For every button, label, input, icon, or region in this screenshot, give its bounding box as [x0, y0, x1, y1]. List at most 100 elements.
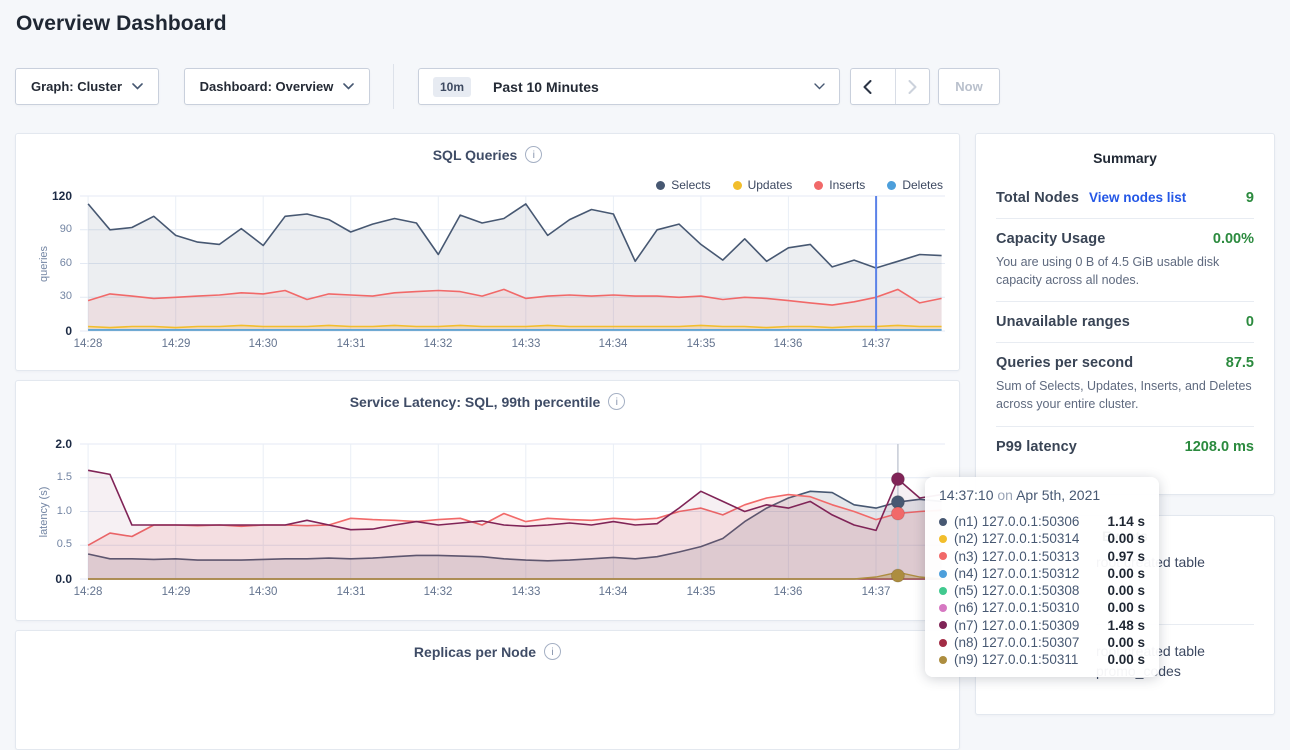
tooltip-node-row: (n7) 127.0.0.1:503091.48 s — [939, 617, 1145, 634]
tooltip-timestamp: 14:37:10 on Apr 5th, 2021 — [939, 487, 1145, 503]
legend-item[interactable]: Inserts — [814, 178, 865, 192]
info-icon[interactable]: i — [544, 643, 561, 660]
node-color-dot-icon — [939, 587, 947, 595]
legend-dot-icon — [887, 181, 896, 190]
summary-label: Capacity Usage — [996, 231, 1105, 247]
x-axis-tick: 14:28 — [63, 338, 113, 350]
x-axis-tick: 14:33 — [501, 338, 551, 350]
legend-dot-icon — [733, 181, 742, 190]
y-axis-tick: 30 — [30, 290, 72, 302]
now-button[interactable]: Now — [938, 68, 1000, 105]
summary-value: 87.5 — [1226, 355, 1254, 371]
dashboard-dropdown[interactable]: Dashboard: Overview — [184, 68, 370, 105]
x-axis-tick: 14:33 — [501, 586, 551, 598]
summary-value: 1208.0 ms — [1185, 439, 1254, 455]
sql-queries-chart[interactable]: 030609012014:2814:2914:3014:3114:3214:33… — [16, 134, 959, 370]
x-axis-tick: 14:35 — [676, 586, 726, 598]
x-axis-tick: 14:32 — [413, 338, 463, 350]
chart-hover-tooltip: 14:37:10 on Apr 5th, 2021 (n1) 127.0.0.1… — [925, 477, 1159, 677]
x-axis-tick: 14:36 — [763, 586, 813, 598]
tooltip-node-row: (n9) 127.0.0.1:503110.00 s — [939, 651, 1145, 668]
chart-title: Replicas per Node — [414, 644, 536, 660]
info-icon[interactable]: i — [608, 393, 625, 410]
summary-title: Summary — [996, 150, 1254, 166]
divider — [393, 64, 394, 109]
graph-dropdown-label: Graph: Cluster — [31, 79, 122, 94]
x-axis-tick: 14:37 — [851, 586, 901, 598]
y-axis-tick: 2.0 — [30, 437, 72, 451]
legend-label: Inserts — [829, 178, 865, 192]
summary-label: Unavailable ranges — [996, 314, 1130, 330]
y-axis-tick: 1.5 — [30, 471, 72, 483]
x-axis-tick: 14:31 — [326, 338, 376, 350]
node-color-dot-icon — [939, 535, 947, 543]
tooltip-node-row: (n2) 127.0.0.1:503140.00 s — [939, 530, 1145, 547]
summary-row-capacity: Capacity Usage 0.00% You are using 0 B o… — [996, 218, 1254, 301]
x-axis-tick: 14:34 — [588, 586, 638, 598]
summary-row-total-nodes: Total Nodes View nodes list 9 — [996, 178, 1254, 218]
tooltip-node-row: (n1) 127.0.0.1:503061.14 s — [939, 513, 1145, 530]
view-nodes-list-link[interactable]: View nodes list — [1089, 190, 1186, 205]
chart-legend: Selects Updates Inserts Deletes — [656, 178, 943, 192]
chevron-down-icon — [132, 83, 143, 90]
node-color-dot-icon — [939, 518, 947, 526]
time-step-buttons — [850, 68, 930, 105]
x-axis-tick: 14:29 — [151, 586, 201, 598]
dashboard-dropdown-label: Dashboard: Overview — [200, 79, 334, 94]
summary-row-p99-latency: P99 latency 1208.0 ms — [996, 426, 1254, 467]
legend-dot-icon — [814, 181, 823, 190]
legend-label: Updates — [748, 178, 793, 192]
y-axis-tick: 1.0 — [30, 505, 72, 517]
y-axis-tick: 0.5 — [30, 538, 72, 550]
time-prev-button[interactable] — [851, 69, 885, 104]
summary-value: 9 — [1246, 190, 1254, 206]
page-title: Overview Dashboard — [16, 12, 227, 36]
y-axis-label: queries — [38, 245, 50, 281]
legend-item[interactable]: Selects — [656, 178, 710, 192]
x-axis-tick: 14:35 — [676, 338, 726, 350]
time-range-dropdown[interactable]: 10m Past 10 Minutes — [418, 68, 840, 105]
info-icon[interactable]: i — [525, 146, 542, 163]
tooltip-node-row: (n4) 127.0.0.1:503120.00 s — [939, 565, 1145, 582]
chevron-down-icon — [814, 83, 825, 90]
tooltip-node-row: (n8) 127.0.0.1:503070.00 s — [939, 634, 1145, 651]
y-axis-tick: 0.0 — [30, 572, 72, 586]
y-axis-tick: 0 — [30, 324, 72, 338]
chart-title: SQL Queries — [433, 147, 518, 163]
y-axis-tick: 120 — [30, 189, 72, 203]
node-color-dot-icon — [939, 621, 947, 629]
x-axis-tick: 14:34 — [588, 338, 638, 350]
legend-item[interactable]: Updates — [733, 178, 793, 192]
time-range-badge: 10m — [433, 77, 471, 97]
node-color-dot-icon — [939, 570, 947, 578]
tooltip-node-row: (n6) 127.0.0.1:503100.00 s — [939, 599, 1145, 616]
x-axis-tick: 14:30 — [238, 586, 288, 598]
service-latency-chart-panel: Service Latency: SQL, 99th percentile i … — [15, 380, 960, 621]
time-next-button[interactable] — [895, 69, 929, 104]
chevron-down-icon — [343, 83, 354, 90]
tooltip-node-row: (n3) 127.0.0.1:503130.97 s — [939, 548, 1145, 565]
x-axis-tick: 14:30 — [238, 338, 288, 350]
legend-label: Deletes — [902, 178, 943, 192]
service-latency-chart[interactable]: 0.00.51.01.52.014:2814:2914:3014:3114:32… — [16, 381, 959, 620]
y-axis-tick: 90 — [30, 223, 72, 235]
x-axis-tick: 14:31 — [326, 586, 376, 598]
summary-value: 0.00% — [1213, 231, 1254, 247]
summary-label: Total Nodes — [996, 190, 1079, 206]
legend-label: Selects — [671, 178, 710, 192]
graph-dropdown[interactable]: Graph: Cluster — [15, 68, 159, 105]
node-color-dot-icon — [939, 552, 947, 560]
summary-label: P99 latency — [996, 439, 1077, 455]
chart-title: Service Latency: SQL, 99th percentile — [350, 394, 601, 410]
node-color-dot-icon — [939, 604, 947, 612]
legend-item[interactable]: Deletes — [887, 178, 943, 192]
y-axis-tick: 60 — [30, 257, 72, 269]
summary-description: Sum of Selects, Updates, Inserts, and De… — [996, 377, 1254, 413]
y-axis-label: latency (s) — [38, 486, 50, 537]
tooltip-node-row: (n5) 127.0.0.1:503080.00 s — [939, 582, 1145, 599]
node-color-dot-icon — [939, 639, 947, 647]
summary-row-unavailable-ranges: Unavailable ranges 0 — [996, 301, 1254, 342]
x-axis-tick: 14:37 — [851, 338, 901, 350]
x-axis-tick: 14:36 — [763, 338, 813, 350]
summary-panel: Summary Total Nodes View nodes list 9 Ca… — [975, 133, 1275, 495]
